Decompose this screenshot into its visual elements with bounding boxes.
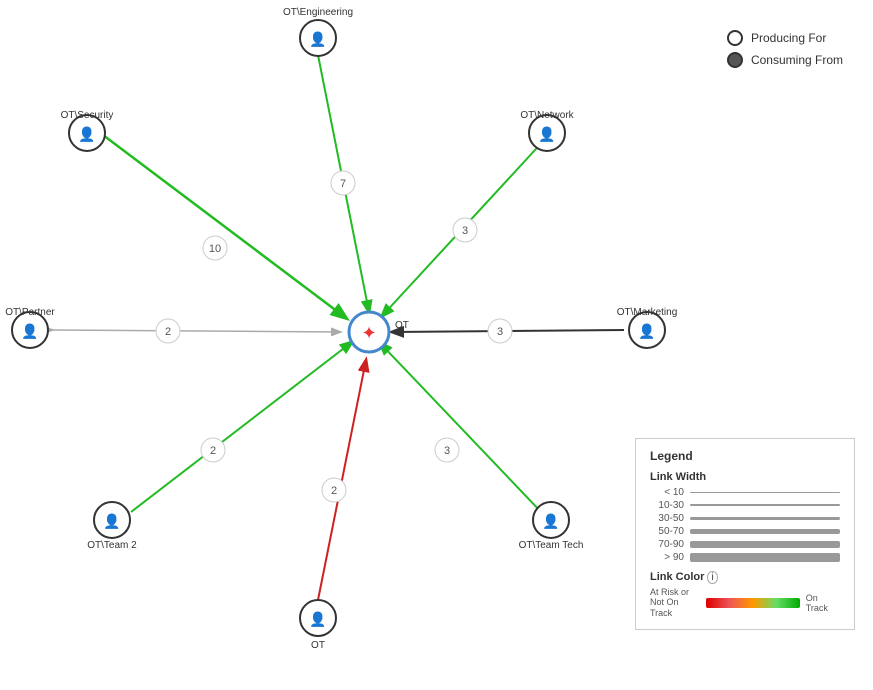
edge-label-otbottom-text: 2: [331, 485, 337, 497]
producing-for-icon: [727, 30, 743, 46]
link-color-info-icon[interactable]: i: [707, 571, 717, 584]
lw-row-6: > 90: [650, 552, 840, 563]
lw-line-2: [690, 504, 840, 506]
link-color-left-label: At Risk orNot On Track: [650, 587, 700, 619]
node-security-label: OT\Security: [61, 110, 114, 121]
edge-partner: [52, 330, 340, 332]
edge-label-teamtech-text: 3: [444, 445, 450, 457]
producing-for-row: Producing For: [727, 30, 843, 46]
node-partner-icon: 👤: [21, 323, 38, 340]
consuming-from-row: Consuming From: [727, 52, 843, 68]
edge-label-network-text: 3: [462, 225, 468, 237]
node-network-label: OT\Network: [520, 110, 574, 121]
node-center-star: ✦: [361, 323, 376, 343]
diagram-container: 7 10 3 2 3 2 3 2 👤 OT\Engineering 👤 OT\S…: [0, 0, 873, 690]
lw-row-5: 70-90: [650, 539, 840, 550]
lw-label-4: 50-70: [650, 526, 690, 537]
producing-for-label: Producing For: [751, 31, 826, 45]
node-center-label: OT: [395, 320, 409, 331]
edge-label-partner-text: 2: [165, 326, 171, 338]
node-partner-label: OT\Partner: [5, 307, 55, 318]
legend-title: Legend: [650, 449, 840, 463]
node-engineering-icon: 👤: [309, 31, 326, 48]
lw-label-5: 70-90: [650, 539, 690, 550]
edge-label-team2-text: 2: [210, 445, 216, 457]
node-engineering-label: OT\Engineering: [283, 7, 353, 18]
lw-row-3: 30-50: [650, 513, 840, 524]
node-marketing-icon: 👤: [638, 323, 655, 340]
lw-row-2: 10-30: [650, 500, 840, 511]
link-color-gradient: [706, 598, 800, 608]
edge-teamtech: [380, 343, 543, 514]
lw-row-1: < 10: [650, 487, 840, 498]
lw-label-2: 10-30: [650, 500, 690, 511]
link-color-row: At Risk orNot On Track On Track: [650, 587, 840, 619]
legend-box: Legend Link Width < 10 10-30 30-50 50-70…: [635, 438, 855, 630]
lw-line-5: [690, 541, 840, 548]
node-ot-bottom-icon: 👤: [309, 611, 326, 628]
lw-label-6: > 90: [650, 552, 690, 563]
consuming-from-icon: [727, 52, 743, 68]
lw-label-3: 30-50: [650, 513, 690, 524]
node-team2-label: OT\Team 2: [87, 540, 137, 551]
edge-team2: [131, 342, 352, 512]
node-teamtech-icon: 👤: [542, 513, 559, 530]
node-teamtech-label: OT\Team Tech: [519, 540, 584, 551]
lw-line-3: [690, 517, 840, 520]
node-network-icon: 👤: [538, 126, 555, 143]
lw-line-4: [690, 529, 840, 534]
node-marketing-label: OT\Marketing: [617, 307, 678, 318]
node-security-icon: 👤: [78, 126, 95, 143]
link-color-right-label: On Track: [806, 593, 840, 613]
consuming-from-label: Consuming From: [751, 53, 843, 67]
edge-label-marketing-text: 3: [497, 326, 503, 338]
node-ot-bottom-label: OT: [311, 640, 325, 651]
lw-line-1: [690, 492, 840, 493]
lw-label-1: < 10: [650, 487, 690, 498]
lw-row-4: 50-70: [650, 526, 840, 537]
edge-ot-bottom: [318, 360, 366, 600]
lw-line-6: [690, 553, 840, 562]
edge-label-engineering-text: 7: [340, 178, 346, 190]
edge-label-security-text: 10: [209, 243, 221, 255]
node-team2-icon: 👤: [103, 513, 120, 530]
top-legend: Producing For Consuming From: [727, 30, 843, 74]
link-width-title: Link Width: [650, 471, 840, 483]
link-color-title: Link Color i: [650, 571, 840, 583]
edge-security: [103, 135, 346, 318]
